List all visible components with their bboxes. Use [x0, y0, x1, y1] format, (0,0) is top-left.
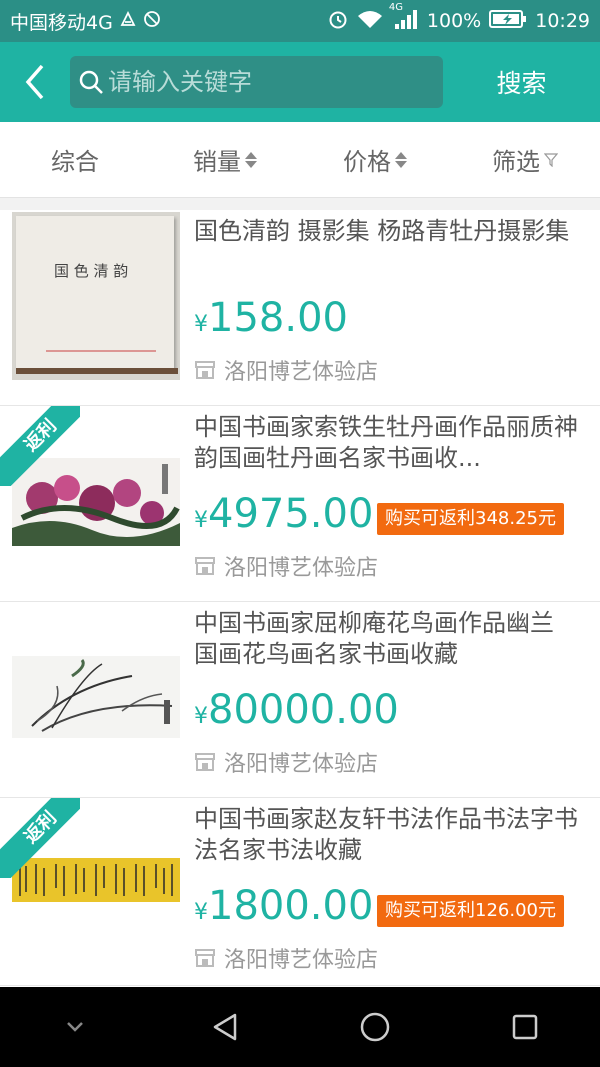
store-name: 洛阳博艺体验店: [224, 556, 379, 581]
circle-home-icon: [360, 1012, 390, 1042]
store-name: 洛阳博艺体验店: [224, 948, 379, 973]
rebate-tag: 购买可返利348.25元: [377, 503, 564, 535]
filter-bar: 综合 销量 价格 筛选: [0, 122, 600, 198]
status-bar: 中国移动4G 4G 100% 10:29: [0, 0, 600, 42]
product-title: 中国书画家赵友轩书法作品书法字书法名家书法收藏: [194, 805, 578, 864]
product-price: ¥4975.00: [194, 491, 374, 537]
home-nav-button[interactable]: [335, 987, 415, 1067]
system-nav-bar: [0, 987, 600, 1067]
chevron-left-icon: [25, 64, 44, 100]
search-box: [70, 56, 443, 108]
product-item[interactable]: 返利 中国书画家赵友轩书法作品书法字书法名家书法收藏 ¥1800.00 购买可返…: [0, 798, 600, 986]
product-price: ¥1800.00: [194, 883, 374, 929]
filter-general-label: 综合: [51, 148, 99, 176]
wifi-icon: [357, 9, 383, 34]
signal-icon: 4G: [389, 2, 419, 35]
filter-sales[interactable]: 销量: [150, 142, 300, 177]
triangle-back-icon: [213, 1013, 237, 1041]
search-button[interactable]: 搜索: [443, 64, 600, 100]
filter-sales-label: 销量: [193, 148, 241, 176]
product-price: ¥158.00: [194, 295, 348, 341]
clock-time: 10:29: [535, 10, 590, 32]
store-link[interactable]: 洛阳博艺体验店: [194, 354, 378, 386]
product-title: 中国书画家屈柳庵花鸟画作品幽兰 国画花鸟画名家书画收藏: [194, 609, 554, 668]
divider: [0, 198, 600, 210]
square-recents-icon: [512, 1014, 538, 1040]
rebate-badge: 返利: [0, 406, 80, 486]
hide-nav-button[interactable]: [35, 987, 115, 1067]
product-item[interactable]: 中国书画家屈柳庵花鸟画作品幽兰 国画花鸟画名家书画收藏 ¥80000.00 洛阳…: [0, 602, 600, 798]
search-icon: [79, 70, 103, 94]
back-button[interactable]: [0, 42, 70, 122]
battery-percent: 100%: [426, 10, 482, 32]
filter-price-label: 价格: [343, 148, 391, 176]
store-icon: [195, 361, 215, 379]
recents-nav-button[interactable]: [485, 987, 565, 1067]
store-name: 洛阳博艺体验店: [224, 360, 379, 385]
search-input[interactable]: [108, 68, 435, 96]
rebate-badge: 返利: [0, 798, 80, 878]
filter-price[interactable]: 价格: [300, 142, 450, 177]
filter-filter-label: 筛选: [492, 148, 540, 176]
chevron-down-icon: [67, 1022, 83, 1032]
filter-filter[interactable]: 筛选: [450, 142, 600, 177]
sim-icon: [119, 10, 137, 33]
alarm-icon: [327, 8, 349, 35]
store-icon: [195, 753, 215, 771]
filter-general[interactable]: 综合: [0, 142, 150, 177]
store-icon: [195, 949, 215, 967]
back-nav-button[interactable]: [185, 987, 265, 1067]
product-list: 国 色 清 韵 国色清韵 摄影集 杨路青牡丹摄影集 ¥158.00 洛阳博艺体验…: [0, 210, 600, 986]
store-link[interactable]: 洛阳博艺体验店: [194, 550, 378, 582]
product-item[interactable]: 国 色 清 韵 国色清韵 摄影集 杨路青牡丹摄影集 ¥158.00 洛阳博艺体验…: [0, 210, 600, 406]
product-title: 中国书画家索铁生牡丹画作品丽质神韵国画牡丹画名家书画收...: [194, 413, 578, 472]
funnel-icon: [544, 152, 558, 167]
product-item[interactable]: 返利 中国书画家索铁生牡丹画作品丽质神韵国画牡丹画名家书画收... ¥4975.…: [0, 406, 600, 602]
book-cover-title: 国 色 清 韵: [54, 262, 129, 280]
product-image: [12, 656, 180, 738]
store-icon: [195, 557, 215, 575]
rebate-tag: 购买可返利126.00元: [377, 895, 564, 927]
battery-icon: [489, 9, 527, 34]
sort-arrows-icon: [395, 151, 407, 168]
network-type-label: 4G: [388, 1, 404, 13]
do-not-disturb-icon: [143, 10, 161, 33]
sort-arrows-icon: [245, 151, 257, 168]
product-title: 国色清韵 摄影集 杨路青牡丹摄影集: [194, 217, 570, 245]
store-name: 洛阳博艺体验店: [224, 752, 379, 777]
header-bar: 搜索: [0, 42, 600, 122]
product-price: ¥80000.00: [194, 687, 399, 733]
product-image: 国 色 清 韵: [12, 212, 180, 380]
store-link[interactable]: 洛阳博艺体验店: [194, 942, 378, 974]
store-link[interactable]: 洛阳博艺体验店: [194, 746, 378, 778]
carrier-label: 中国移动4G: [10, 11, 113, 34]
